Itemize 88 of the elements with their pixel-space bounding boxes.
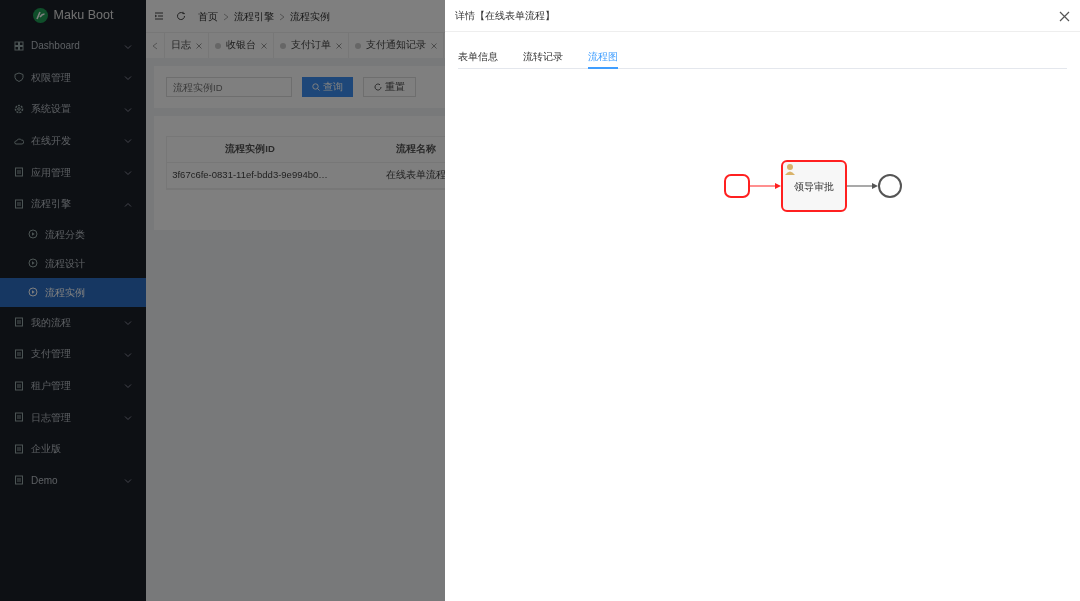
drawer-tab[interactable]: 流程图: [588, 49, 618, 69]
play-circle-icon: [28, 229, 38, 240]
chevron-up-icon: [124, 200, 132, 209]
column-header: 流程实例ID: [167, 137, 333, 163]
document-icon: [14, 198, 24, 209]
page-tab[interactable]: 支付通知记录: [349, 33, 444, 58]
sidebar-label: 应用管理: [31, 165, 71, 180]
sidebar-label: 流程实例: [45, 285, 85, 300]
sidebar-item[interactable]: 租户管理: [0, 369, 146, 402]
sidebar-item[interactable]: 流程引擎: [0, 187, 146, 220]
gear-icon: [14, 104, 24, 114]
tab-label: 日志: [171, 38, 191, 53]
document-icon: [14, 412, 24, 423]
document-icon: [14, 167, 24, 178]
drawer-tab[interactable]: 流转记录: [523, 49, 563, 69]
sidebar-label: 我的流程: [31, 315, 71, 330]
menu-icon: [154, 11, 164, 21]
logo-icon: [32, 7, 48, 23]
page-tab[interactable]: 日志: [165, 33, 209, 58]
shield-icon: [14, 72, 24, 83]
sidebar-label: Demo: [31, 473, 58, 488]
sidebar-label: 企业版: [31, 442, 61, 457]
chevron-down-icon: [124, 137, 132, 146]
close-icon[interactable]: [1059, 10, 1070, 22]
cloud-icon: [14, 135, 24, 146]
sidebar-item[interactable]: Demo: [0, 464, 146, 497]
table-cell: 3f67c6fe-0831-11ef-bdd3-9e994b0…: [167, 163, 333, 189]
tab-label: 收银台: [226, 38, 256, 53]
chevron-down-icon: [124, 42, 132, 51]
document-icon: [14, 348, 24, 359]
query-button[interactable]: 查询: [302, 77, 353, 97]
drawer-title: 详情【在线表单流程】: [455, 9, 555, 23]
document-icon: [14, 475, 24, 486]
chevron-right-icon: [223, 12, 229, 21]
sidebar-label: 租户管理: [31, 379, 71, 394]
refresh-icon: [176, 11, 186, 21]
document-icon: [14, 317, 24, 328]
play-circle-icon: [28, 287, 38, 298]
chevron-down-icon: [124, 477, 132, 486]
sidebar-label: 流程引擎: [31, 197, 71, 212]
tab-label: 支付订单: [291, 38, 331, 53]
chevron-down-icon: [124, 105, 132, 114]
sidebar-item[interactable]: 在线开发: [0, 124, 146, 157]
user-icon: [785, 164, 795, 175]
chevron-down-icon: [124, 169, 132, 178]
chevron-down-icon: [124, 319, 132, 328]
close-icon: [336, 42, 342, 49]
page-tab[interactable]: 收银台: [209, 33, 274, 58]
chevron-down-icon: [124, 414, 132, 422]
chevron-down-icon: [124, 74, 132, 83]
reset-button[interactable]: 重置: [363, 77, 416, 97]
sidebar-label: 流程设计: [45, 256, 85, 271]
sidebar-item[interactable]: Dashboard: [0, 30, 146, 62]
sidebar-item[interactable]: 企业版: [0, 432, 146, 465]
sidebar-item[interactable]: 应用管理: [0, 156, 146, 188]
close-icon: [196, 42, 202, 49]
close-icon: [261, 42, 267, 49]
document-icon: [14, 443, 24, 454]
document-icon: [14, 380, 24, 391]
chevron-right-icon: [279, 12, 285, 21]
brand-name: Maku Boot: [53, 6, 114, 24]
sidebar-label: 支付管理: [31, 347, 71, 362]
drawer-tab[interactable]: 表单信息: [458, 49, 498, 69]
sidebar-label: 在线开发: [31, 134, 71, 149]
breadcrumb-item[interactable]: 流程引擎: [234, 8, 274, 24]
sidebar-item[interactable]: 支付管理: [0, 338, 146, 370]
dot-icon: [355, 42, 361, 49]
chevron-down-icon: [124, 382, 132, 391]
sidebar-subitem[interactable]: 流程实例: [0, 277, 146, 307]
breadcrumb-item[interactable]: 首页: [198, 8, 218, 24]
sidebar-label: Dashboard: [31, 39, 80, 54]
page-tab[interactable]: 支付订单: [274, 33, 349, 58]
breadcrumb-item[interactable]: 流程实例: [290, 8, 330, 24]
close-icon: [431, 42, 437, 49]
grid-icon: [14, 40, 24, 51]
sidebar-subitem[interactable]: 流程设计: [0, 248, 146, 278]
search-field[interactable]: 流程实例ID: [166, 77, 292, 97]
refresh-icon: [374, 83, 382, 91]
task-label: 领导审批: [794, 181, 834, 192]
sidebar-item[interactable]: 权限管理: [0, 61, 146, 94]
dot-icon: [280, 42, 286, 49]
dot-icon: [215, 42, 221, 49]
play-circle-icon: [28, 258, 38, 269]
chevron-left-icon: [152, 41, 158, 50]
sidebar-label: 权限管理: [31, 70, 71, 85]
search-icon: [312, 83, 320, 91]
chevron-down-icon: [124, 350, 132, 359]
tab-label: 支付通知记录: [366, 38, 426, 53]
